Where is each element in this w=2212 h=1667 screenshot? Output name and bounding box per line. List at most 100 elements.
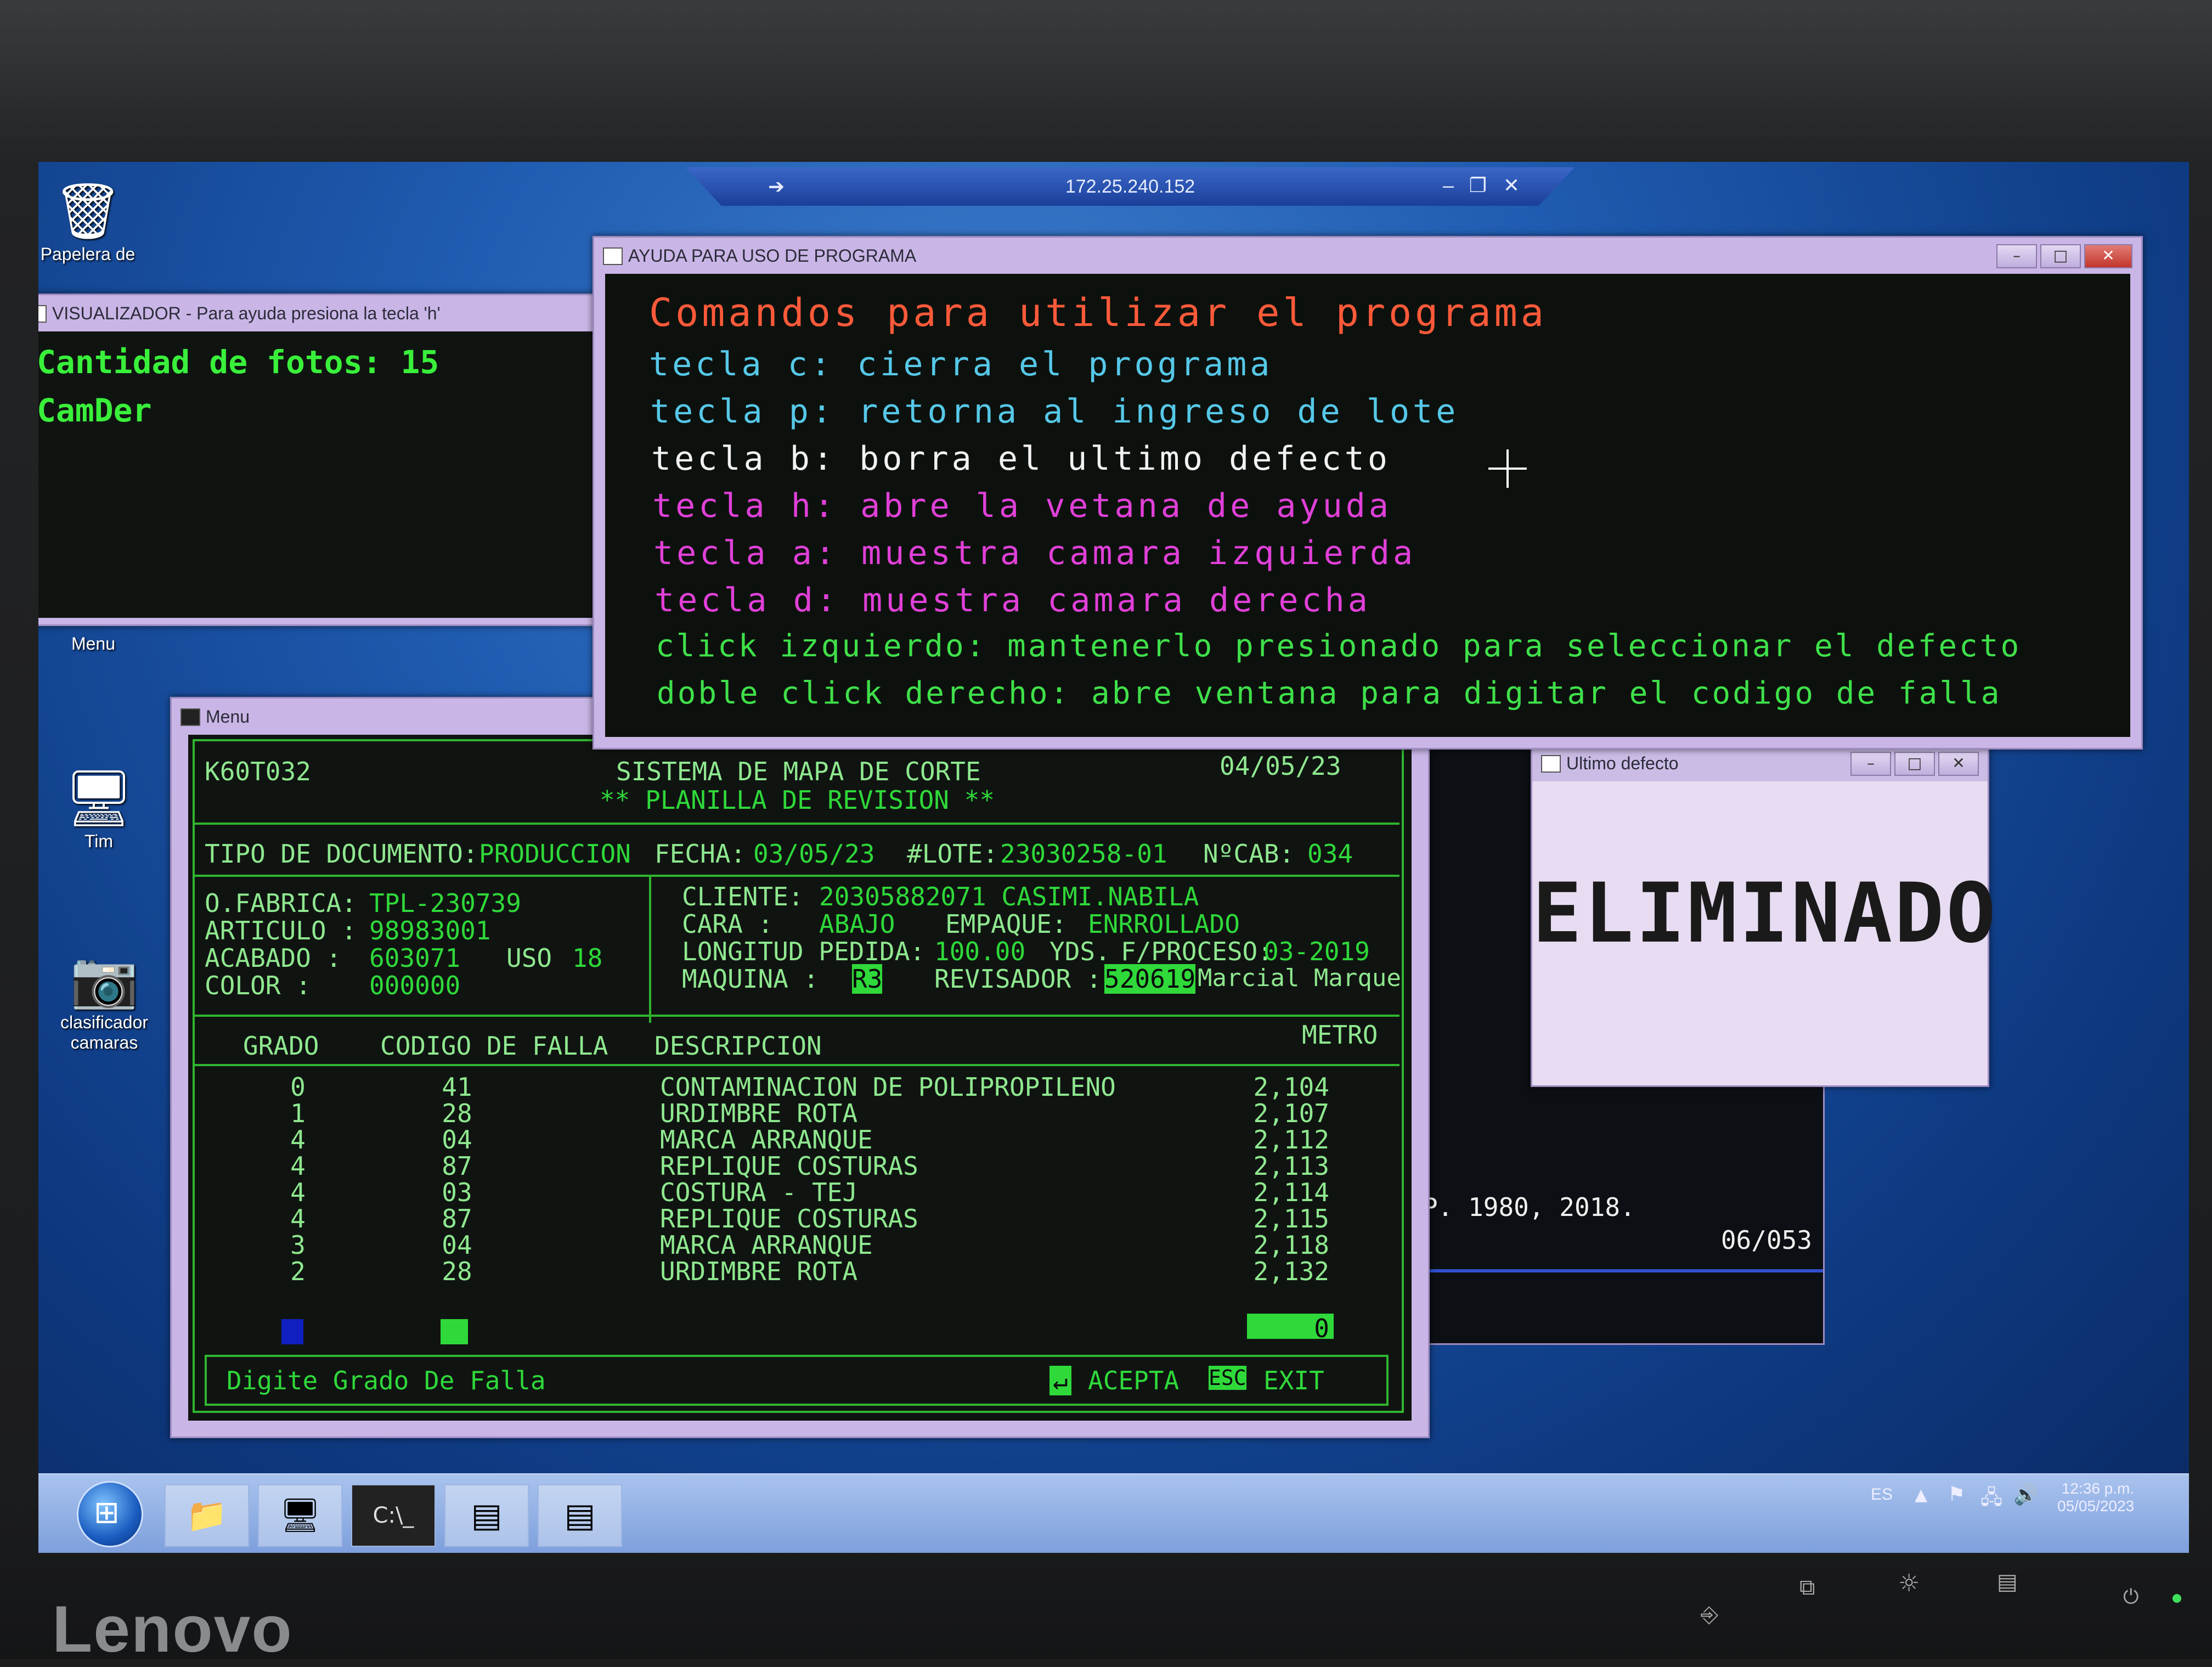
row-metro: 2,112 [1253,1125,1329,1154]
power-icon[interactable]: ⏻ [2123,1586,2138,1609]
ultimo-defecto-window[interactable]: Ultimo defecto – □ ✕ ELIMINADO [1531,744,1996,1087]
menu-desktop-icon[interactable]: Menu [38,634,148,654]
row-metro: 2,104 [1253,1072,1329,1102]
taskbar-explorer[interactable]: 📁 [165,1484,249,1547]
help-command-line: tecla d: muestra camara derecha [654,581,1371,620]
empaque-label: EMPAQUE: [945,909,1067,939]
enter-key-icon: ↵ [1049,1366,1071,1395]
ayuda-title-bar[interactable]: AYUDA PARA USO DE PROGRAMA – □ ✕ [594,238,2141,274]
window-icon [1541,755,1561,773]
row-descripcion: MARCA ARRANQUE [660,1230,873,1260]
taskbar-window-1[interactable]: ▤ [444,1484,529,1547]
row-metro: 2,113 [1253,1151,1329,1181]
ayuda-window[interactable]: AYUDA PARA USO DE PROGRAMA – □ ✕ Comandos … [592,236,2143,750]
metro-input-field[interactable]: 0 [1247,1314,1334,1343]
visualizador-window[interactable]: VISUALIZADOR - Para ayuda presiona la te… [38,294,667,626]
fecha-value: 03/05/23 [753,839,875,869]
help-heading: Comandos para utilizar el programa [649,290,1547,335]
taskbar-tim[interactable]: 🖥 [258,1484,342,1547]
tray-arrow-icon[interactable]: ▲ [1915,1485,1927,1505]
background-terminal-page: 06/053 [1720,1225,1812,1255]
row-descripcion: URDIMBRE ROTA [660,1099,858,1128]
photo-count-text: Cantidad de fotos: 15 [38,343,439,381]
cab-value: 034 [1307,839,1353,869]
close-button[interactable]: ✕ [2084,244,2132,268]
minimize-button[interactable]: – [1850,752,1891,776]
cara-value: ABAJO [819,909,895,939]
acepta-option[interactable]: ACEPTA [1088,1366,1179,1395]
articulo-label: ARTICULO : [205,916,357,945]
maximize-button[interactable]: □ [2040,244,2081,268]
app-icon: 🖥 [279,1496,321,1535]
rdp-close-button[interactable]: ✕ [1503,174,1520,197]
row-codigo: 87 [442,1204,472,1234]
grado-input-cursor[interactable] [281,1319,303,1344]
menu-window[interactable]: Menu K60T032 SISTEMA DE MAPA DE CORTE **… [170,697,1430,1438]
tim-desktop-label: Tim [84,831,114,851]
monitor-source-icon[interactable]: ⧉ [1799,1575,1815,1600]
start-button[interactable]: ⊞ [77,1481,143,1547]
taskbar-console[interactable]: C:\_ [351,1484,436,1547]
clock[interactable]: 12:36 p.m. 05/05/2023 [2057,1480,2134,1515]
row-metro: 2,107 [1253,1099,1329,1128]
flag-icon[interactable]: ⚑ [1948,1483,1965,1506]
uso-value: 18 [572,943,603,973]
power-led [2172,1594,2181,1603]
maximize-button[interactable]: □ [1894,752,1935,776]
menu-terminal-body: K60T032 SISTEMA DE MAPA DE CORTE ** PLAN… [188,735,1412,1421]
minimize-button[interactable]: – [1996,244,2037,268]
menu-desktop-label: Menu [71,634,116,654]
col-metro-header: METRO [1302,1020,1378,1050]
rdp-restore-button[interactable]: ❐ [1469,174,1487,197]
help-command-line: doble click derecho: abre ventana para d… [657,675,2002,711]
rdp-ip-address: 172.25.240.152 [1065,176,1195,197]
camera-icon: 📷 [70,949,139,1010]
maquina-value: R3 [852,964,883,994]
planilla-subtitle: ** PLANILLA DE REVISION ** [600,785,995,815]
row-descripcion: CONTAMINACION DE POLIPROPILENO [660,1072,1116,1102]
cab-label: NºCAB: [1203,839,1295,869]
rdp-minimize-button[interactable]: – [1443,174,1454,197]
network-icon[interactable]: 🖧 [1980,1483,2002,1517]
lenovo-logo: Lenovo [52,1592,293,1666]
help-command-line: click izquierdo: mantenerlo presionado p… [656,628,2022,664]
yds-label: YDS. [1049,937,1110,966]
clock-date: 05/05/2023 [2057,1497,2135,1514]
window-icon: ▤ [471,1496,503,1535]
row-grado: 4 [290,1178,306,1207]
visualizador-title-bar[interactable]: VISUALIZADOR - Para ayuda presiona la te… [38,295,665,331]
program-code: K60T032 [205,757,311,786]
brightness-icon[interactable]: ☼ [1898,1569,1920,1597]
clock-time: 12:36 p.m. [2061,1480,2135,1497]
tim-desktop-icon[interactable]: 🖥 Tim [44,765,154,852]
row-descripcion: MARCA ARRANQUE [660,1125,873,1154]
ofabrica-value: TPL-230739 [369,888,521,918]
crosshair-cursor [1488,449,1527,488]
visualizador-title: VISUALIZADOR - Para ayuda presiona la te… [52,303,441,323]
monitor-input-icon[interactable]: ⎆ [1701,1602,1718,1627]
row-codigo: 28 [442,1099,472,1128]
recycle-bin-desktop-icon[interactable]: 🗑 Papelera de [38,178,143,264]
tipo-documento-value: PRODUCCION [479,839,631,869]
cliente-value: 20305882071 CASIMI.NABILA [819,882,1199,911]
monitor-menu-icon[interactable]: ▤ [1997,1569,2018,1595]
row-descripcion: REPLIQUE COSTURAS [660,1151,918,1181]
ultimo-defecto-title-bar[interactable]: Ultimo defecto – □ ✕ [1532,745,1988,781]
help-command-line: tecla a: muestra camara izquierda [653,534,1417,572]
help-command-line: tecla p: retorna al ingreso de lote [650,392,1459,431]
system-title: SISTEMA DE MAPA DE CORTE [616,757,981,786]
col-codigo-header: CODIGO DE FALLA [380,1031,608,1061]
acabado-label: ACABADO : [205,943,342,973]
close-button[interactable]: ✕ [1938,752,1979,776]
volume-icon[interactable]: 🔊 [2013,1483,2038,1506]
exit-option[interactable]: EXIT [1263,1366,1324,1395]
console-icon [180,708,200,726]
menu-window-title: Menu [206,707,250,727]
fecha-label: FECHA: [654,839,746,869]
language-indicator[interactable]: ES [1871,1485,1893,1504]
taskbar-window-2[interactable]: ▤ [538,1484,622,1547]
codigo-input-field[interactable] [441,1319,468,1344]
row-metro: 2,118 [1253,1230,1329,1260]
maquina-label: MAQUINA : [682,964,819,994]
clasificador-desktop-icon[interactable]: 📷 clasificador camaras [49,947,159,1053]
